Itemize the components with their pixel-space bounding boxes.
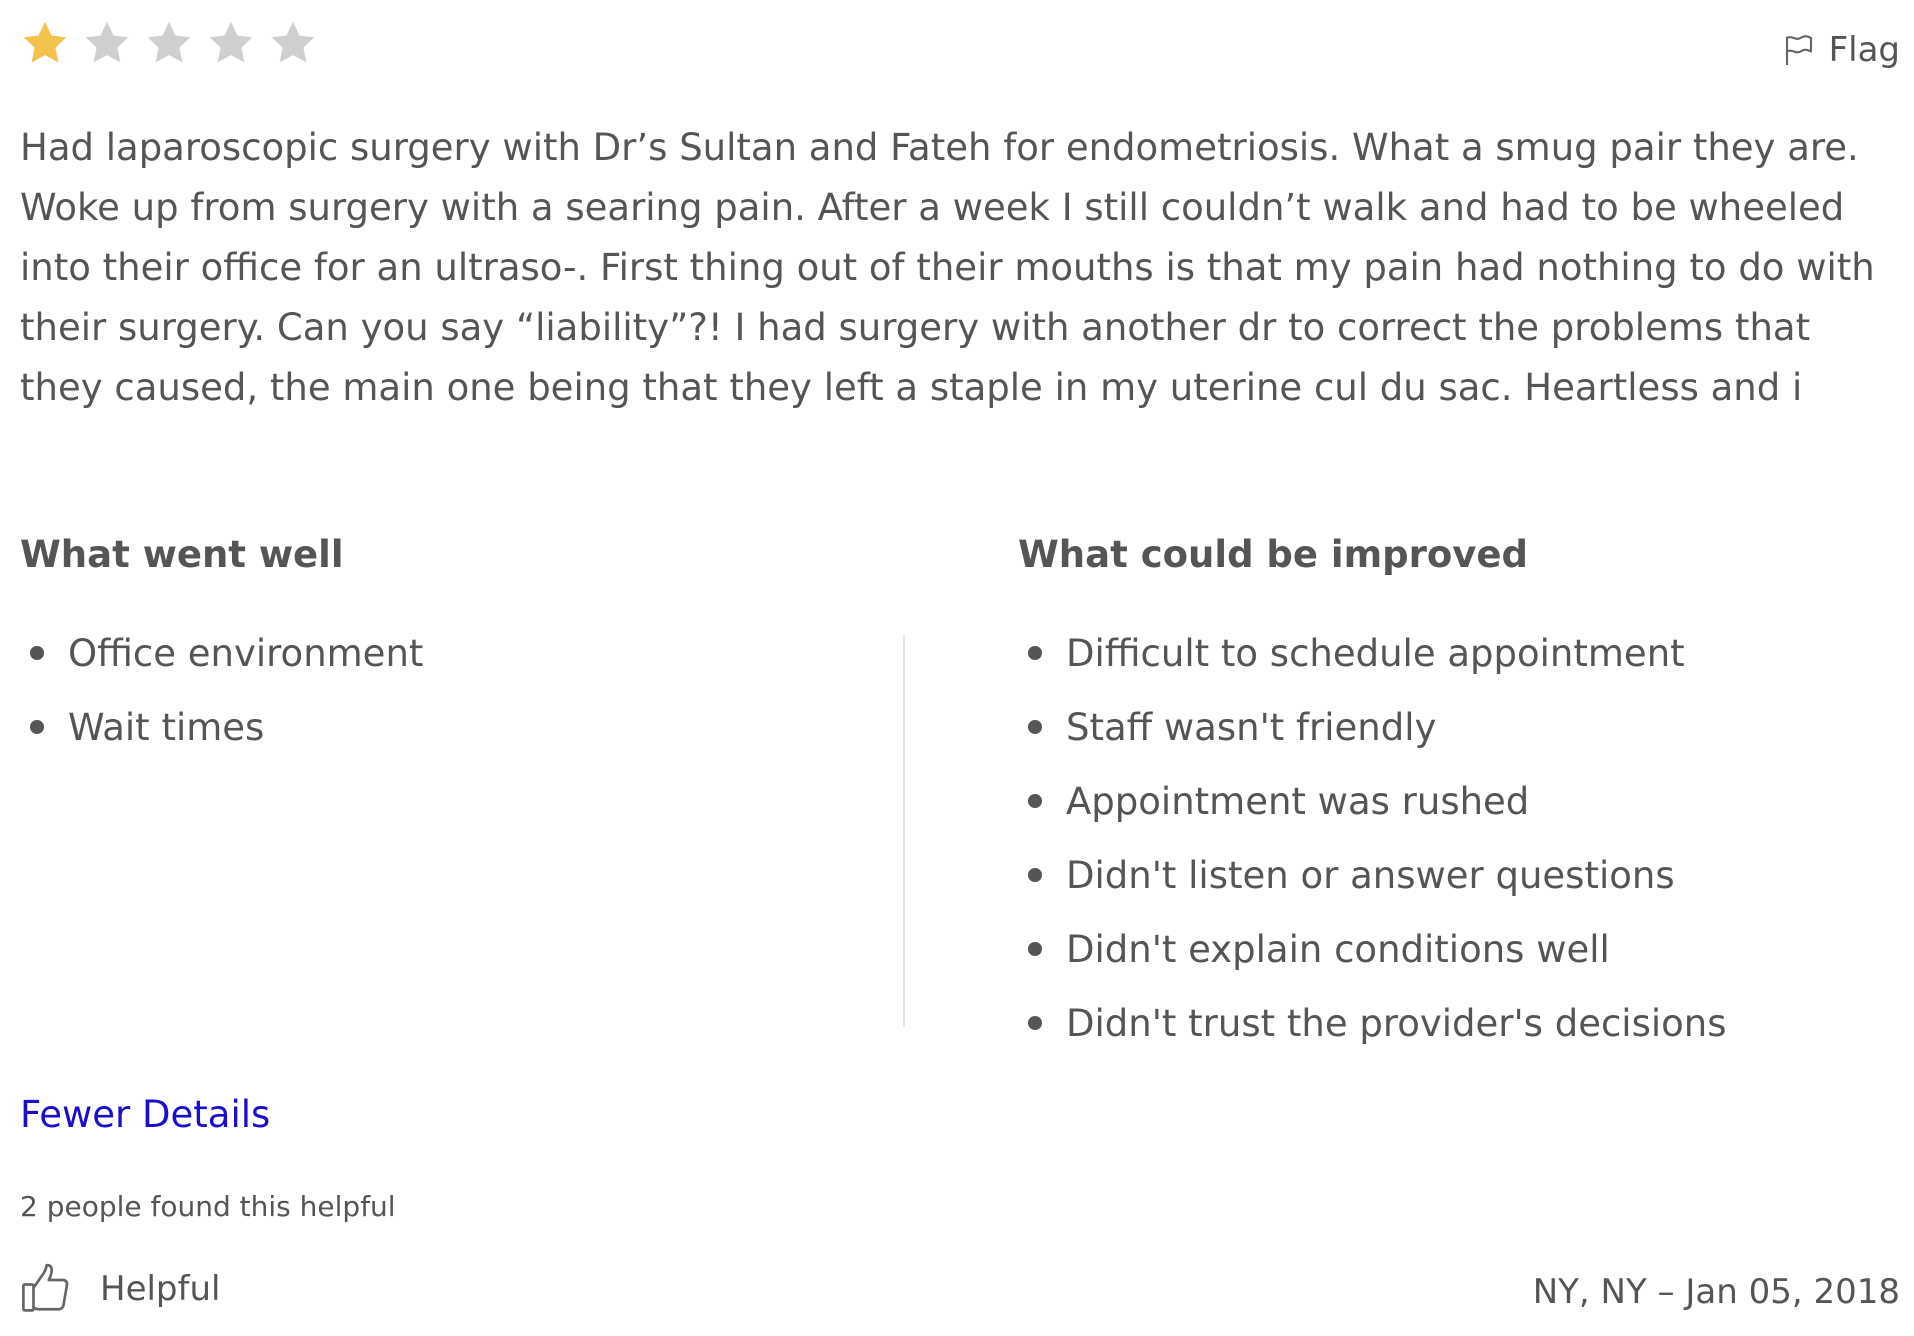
list-item: Appointment was rushed [1018,764,1898,838]
list-item-label: Didn't trust the provider's decisions [1066,1001,1727,1045]
could-improve-heading: What could be improved [1018,533,1528,576]
review-card: Flag Had laparoscopic surgery with Dr’s … [20,0,1900,1336]
went-well-list: Office environment Wait times [20,616,880,764]
bullet-icon [1028,868,1042,882]
bullet-icon [1028,646,1042,660]
location-date: NY, NY – Jan 05, 2018 [1532,1272,1900,1312]
list-item-label: Staff wasn't friendly [1066,705,1437,749]
star-filled-icon [20,18,70,68]
star-rating [20,18,318,68]
bullet-icon [1028,1016,1042,1030]
list-item-label: Difficult to schedule appointment [1066,631,1685,675]
could-improve-section: What could be improved Difficult to sche… [1018,530,1898,1060]
star-empty-icon [268,18,318,68]
list-item-label: Didn't listen or answer questions [1066,853,1675,897]
list-item: Didn't listen or answer questions [1018,838,1898,912]
could-improve-list: Difficult to schedule appointment Staff … [1018,616,1898,1060]
star-empty-icon [144,18,194,68]
helpful-count: 2 people found this helpful [20,1190,396,1223]
helpful-label: Helpful [100,1269,221,1309]
bullet-icon [1028,794,1042,808]
list-item: Didn't trust the provider's decisions [1018,986,1898,1060]
flag-label: Flag [1828,30,1900,70]
list-item-label: Office environment [68,631,424,675]
list-item-label: Wait times [68,705,265,749]
column-divider [903,635,905,1027]
bullet-icon [1028,942,1042,956]
went-well-section: What went well Office environment Wait t… [20,530,880,764]
review-text: Had laparoscopic surgery with Dr’s Sulta… [20,126,1875,409]
flag-icon [1781,32,1817,68]
star-empty-icon [82,18,132,68]
helpful-button[interactable]: Helpful [20,1262,220,1316]
bullet-icon [30,720,44,734]
fewer-details-link[interactable]: Fewer Details [20,1093,270,1136]
list-item: Staff wasn't friendly [1018,690,1898,764]
flag-button[interactable]: Flag [1781,30,1900,70]
bullet-icon [1028,720,1042,734]
went-well-heading: What went well [20,533,344,576]
list-item-label: Didn't explain conditions well [1066,927,1610,971]
star-empty-icon [206,18,256,68]
list-item: Office environment [20,616,880,690]
list-item: Didn't explain conditions well [1018,912,1898,986]
thumbs-up-icon [20,1262,74,1316]
list-item: Difficult to schedule appointment [1018,616,1898,690]
list-item-label: Appointment was rushed [1066,779,1530,823]
list-item: Wait times [20,690,880,764]
bullet-icon [30,646,44,660]
